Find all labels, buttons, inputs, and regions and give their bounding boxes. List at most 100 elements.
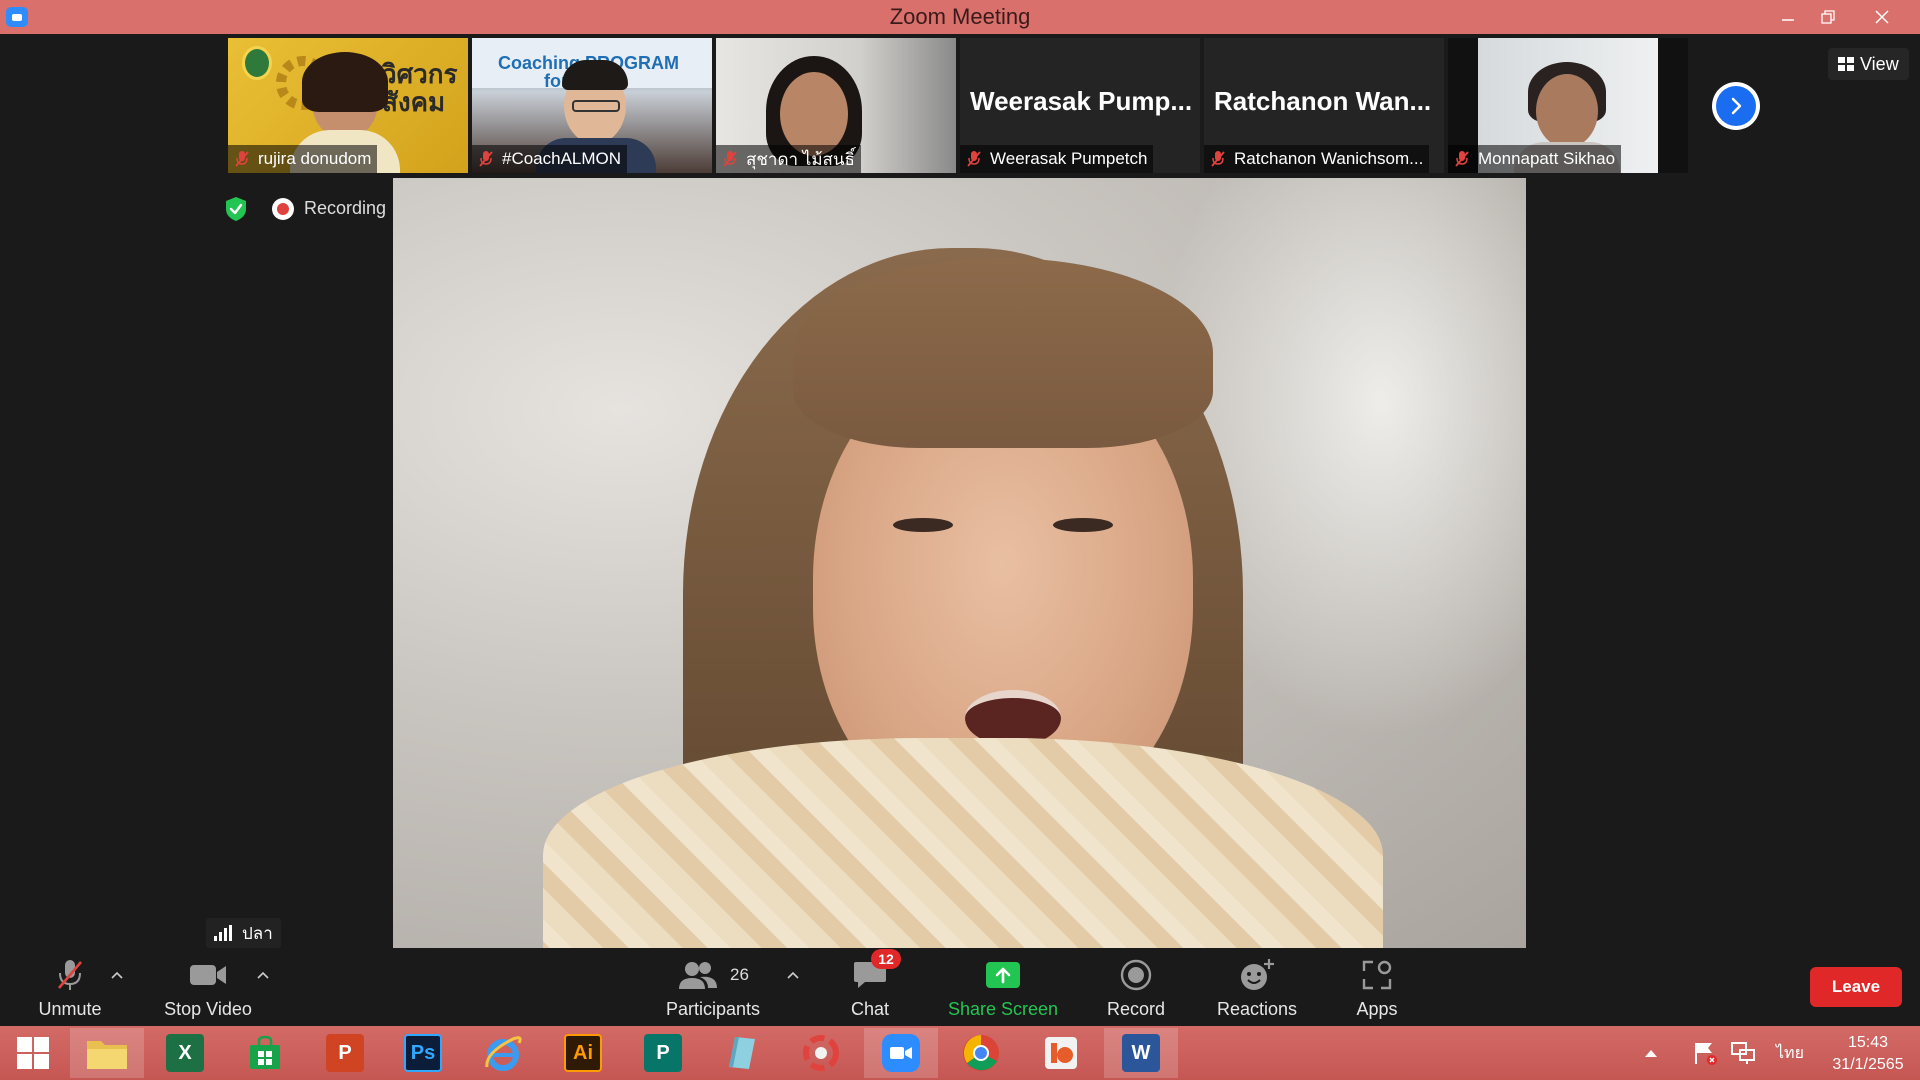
reactions-button[interactable]: Reactions [1214,948,1300,1026]
taskbar-word[interactable]: W [1104,1028,1178,1078]
participant-name: #CoachALMON [502,149,622,168]
restore-button[interactable] [1808,0,1848,34]
muted-mic-icon [967,151,981,167]
apps-icon [1362,960,1392,990]
chevron-up-icon [257,971,269,979]
taskbar-internet-explorer[interactable] [466,1028,540,1078]
store-bag-icon [250,1035,280,1069]
reactions-label: Reactions [1216,999,1298,1019]
taskbar-notes[interactable] [704,1028,778,1078]
participant-name: rujira donudom [258,149,372,168]
chat-unread-badge: 12 [871,949,901,969]
participant-name: Ratchanon Wanichsom... [1234,149,1424,168]
banner-text: วิศวกร [382,59,458,89]
close-button[interactable] [1862,0,1902,34]
speaker-eye-left [893,518,953,532]
photoscape-icon [803,1035,839,1071]
taskbar-store[interactable] [228,1028,302,1078]
meeting-toolbar: Unmute Stop Video 26 Participants 12 Cha… [0,948,1920,1026]
taskbar-chrome[interactable] [944,1028,1018,1078]
restore-icon [1821,10,1835,24]
chevron-right-icon [1731,97,1742,115]
participant-tile[interactable]: วิศวกร สังคม rujira donudom [228,38,468,173]
recording-indicator-icon[interactable] [272,198,294,220]
leave-button[interactable]: Leave [1810,967,1902,1007]
participant-tile[interactable]: Coaching PROGRAM for #CoachALMON [472,38,712,173]
word-icon: W [1122,1034,1160,1072]
network-name: ปลา [242,923,273,943]
notes-icon [729,1037,755,1069]
chrome-icon [963,1035,999,1071]
view-button[interactable]: View [1828,48,1909,80]
muted-mic-icon [1455,151,1469,167]
video-options-caret[interactable] [256,968,270,982]
speaker-bangs [793,258,1213,448]
taskbar-illustrator[interactable]: Ai [546,1028,620,1078]
participant-big-name: Weerasak Pump... [970,86,1193,116]
minimize-button[interactable] [1768,0,1808,34]
taskbar-office[interactable] [1024,1028,1098,1078]
zoom-icon [882,1034,920,1072]
audio-options-caret[interactable] [110,968,124,982]
participant-strip: วิศวกร สังคม rujira donudom Coaching PRO… [228,38,1688,173]
banner-text: สังคม [382,87,446,117]
stop-video-label: Stop Video [164,999,252,1019]
zoom-app-icon [6,7,28,27]
network-status[interactable]: ปลา [206,918,281,948]
next-page-button[interactable] [1712,82,1760,130]
video-camera-icon [190,965,226,985]
unmute-button[interactable]: Unmute [30,948,110,1026]
taskbar-publisher[interactable]: P [626,1028,700,1078]
participant-hair [302,52,388,112]
windows-taskbar: X P Ps Ai P W ไทย [0,1026,1920,1080]
participant-tile[interactable]: สุชาดา ไม้สนธิ์ [716,38,956,173]
glasses [572,100,620,112]
participant-tile[interactable]: Ratchanon Wan... Ratchanon Wanichsom... [1204,38,1444,173]
photoshop-icon: Ps [404,1034,442,1072]
taskbar-photoscape[interactable] [784,1028,858,1078]
minimize-icon [1782,19,1794,21]
participant-hair [562,60,628,90]
taskbar-zoom[interactable] [864,1028,938,1078]
taskbar-photoshop[interactable]: Ps [386,1028,460,1078]
title-bar: Zoom Meeting [0,0,1920,34]
window-title: Zoom Meeting [889,4,1031,29]
taskbar-excel[interactable]: X [148,1028,222,1078]
network-monitor-icon[interactable] [1730,1041,1756,1065]
participant-count: 26 [730,965,749,984]
taskbar-clock[interactable]: 15:43 31/1/2565 [1820,1032,1916,1076]
participant-name-bar: rujira donudom [228,145,378,173]
chevron-up-icon[interactable] [1644,1048,1658,1058]
security-shield-icon[interactable] [224,196,248,222]
participants-options-caret[interactable] [786,968,800,982]
stop-video-button[interactable]: Stop Video [160,948,256,1026]
share-screen-button[interactable]: Share Screen [944,948,1062,1026]
participant-name: Monnapatt Sikhao [1478,149,1616,168]
muted-mic-icon [479,151,493,167]
muted-mic-icon [723,151,737,167]
start-button[interactable] [0,1028,66,1078]
signal-bars-icon [214,925,234,941]
action-center-flag-icon[interactable] [1692,1040,1718,1066]
participants-button[interactable]: 26 Participants [660,948,766,1026]
input-language[interactable]: ไทย [1776,1041,1804,1066]
record-button[interactable]: Record [1104,948,1168,1026]
chat-button[interactable]: 12 Chat [840,948,901,1026]
record-icon [1120,959,1152,991]
taskbar-file-explorer[interactable] [70,1028,144,1078]
active-speaker-video[interactable] [393,178,1526,948]
unmute-label: Unmute [38,999,102,1019]
participant-name: สุชาดา ไม้สนธิ์ [746,149,855,169]
speaker-eye-right [1053,518,1113,532]
apps-button[interactable]: Apps [1350,948,1404,1026]
participant-tile[interactable]: Weerasak Pump... Weerasak Pumpetch [960,38,1200,173]
share-screen-label: Share Screen [947,999,1059,1019]
muted-mic-icon [58,960,82,990]
smiley-plus-icon [1241,959,1274,990]
participant-tile[interactable]: Monnapatt Sikhao [1448,38,1688,173]
muted-mic-icon [235,151,249,167]
taskbar-powerpoint[interactable]: P [308,1028,382,1078]
participant-face [1536,74,1598,148]
recording-label: Recording [304,198,387,218]
participants-label: Participants [665,999,761,1019]
